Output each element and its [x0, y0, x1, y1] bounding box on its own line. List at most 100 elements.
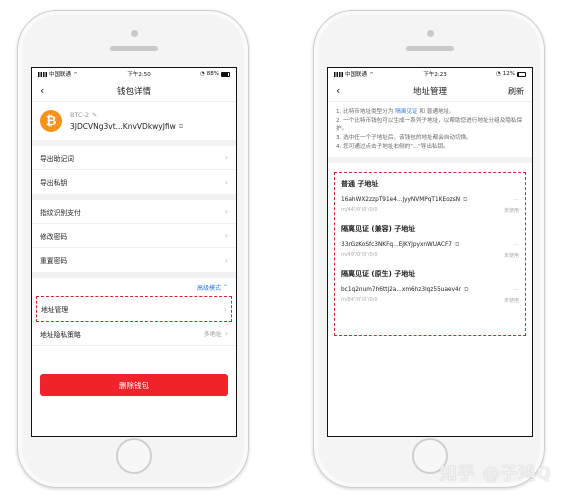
carrier: 中国联通 [49, 72, 72, 78]
usage-status: 未使用 [503, 208, 519, 214]
address-privacy-row[interactable]: 地址隐私策略 多地址 › [32, 322, 236, 346]
segwit-link[interactable]: 隔离见证 [395, 109, 417, 115]
battery-icon [517, 71, 526, 77]
front-camera [427, 30, 434, 37]
battery-percent: 12% [502, 71, 515, 77]
note-text: 和 普通地址。 [419, 109, 455, 115]
sub-address-row[interactable]: 16ahWX2zzpT91e4...jyyNVMPqT1KEozsN ⧉ ···… [335, 193, 525, 218]
section-title: 隔离见证 (兼容) 子地址 [341, 225, 416, 233]
note-text: 4. 您可通过点击子地址右侧的"..."导出私钥。 [336, 143, 449, 150]
alarm-icon: ◔ [199, 71, 205, 77]
change-password-row[interactable]: 修改密码 › [32, 224, 236, 248]
menu-label: 地址管理 [41, 306, 69, 314]
alarm-icon: ◔ [495, 71, 501, 77]
address-manage-screen: 中国联通 ⌔ 下午2:23 ◔ 12% ‹ 地址管理 刷新 1. 比特币地址类型… [327, 67, 533, 437]
menu-label: 修改密码 [40, 232, 68, 241]
wifi-icon: ⌔ [73, 71, 79, 78]
chevron-right-icon: › [224, 177, 228, 187]
sub-address: bc1q2num7h6ttj2a...xm6hz3lqz55uaev4r [341, 287, 462, 293]
derivation-path: m/84'/0'/0'/0/0 [341, 297, 378, 303]
sub-address-highlight: 普通 子地址 16ahWX2zzpT91e4...jyyNVMPqT1KEozs… [334, 172, 526, 336]
status-time: 下午2:50 [127, 72, 151, 78]
sub-address-row[interactable]: 33rGzKoSfc3NKFq...EJKYJpyxnWUACF7 ⧉ ··· … [335, 238, 525, 263]
sub-address-section: 普通 子地址 16ahWX2zzpT91e4...jyyNVMPqT1KEozs… [335, 173, 525, 218]
export-group: 导出助记词 › 导出私钥 › [32, 146, 236, 200]
section-title: 隔离见证 (原生) 子地址 [341, 270, 416, 278]
address-manage-row[interactable]: 地址管理 › [37, 297, 231, 321]
right-phone-frame: 中国联通 ⌔ 下午2:23 ◔ 12% ‹ 地址管理 刷新 1. 比特币地址类型… [313, 10, 545, 488]
wifi-icon: ⌔ [369, 71, 375, 78]
watermark: 知乎 @子鸿Q [439, 464, 552, 484]
menu-label: 重置密码 [40, 257, 68, 265]
note-text: 3. 选中任一个子地址后，该钱包的地址都会自动切换。 [336, 134, 472, 141]
copy-icon[interactable]: ⧉ [455, 241, 459, 249]
note-text: 1. 比特币地址类型分为 [336, 109, 394, 115]
chevron-right-icon: › [224, 207, 228, 216]
status-time: 下午2:23 [423, 72, 447, 78]
delete-wallet-button[interactable]: 删除钱包 [40, 374, 228, 396]
menu-label: 指纹识别支付 [40, 208, 81, 217]
sub-address-section: 隔离见证 (兼容) 子地址 33rGzKoSfc3NKFq...EJKYJpyx… [335, 218, 525, 263]
page-title: 钱包详情 [116, 86, 151, 97]
more-options-icon[interactable]: ··· [513, 197, 519, 204]
carrier: 中国联通 [345, 72, 368, 78]
menu-label: 导出私钥 [40, 179, 68, 187]
sub-address: 33rGzKoSfc3NKFq...EJKYJpyxnWUACF7 [341, 242, 452, 248]
page-title: 地址管理 [412, 86, 447, 97]
chevron-right-icon: › [224, 231, 228, 240]
battery-icon [221, 71, 230, 77]
navbar: ‹ 钱包详情 [32, 80, 236, 102]
fingerprint-pay-row[interactable]: 指纹识别支付 › [32, 200, 236, 224]
chevron-up-icon: ⌃ [222, 283, 228, 291]
chevron-right-icon: › [224, 153, 228, 162]
left-phone-frame: 中国联通 ⌔ 下午2:50 ◔ 88% ‹ 钱包详情 ₿ BTC-2 ✎ 3JD… [17, 10, 249, 488]
more-options-icon[interactable]: ··· [513, 242, 519, 249]
signal-icon [334, 71, 343, 77]
copy-icon[interactable]: ⧉ [464, 286, 468, 294]
chevron-right-icon: › [224, 329, 228, 338]
section-title: 普通 子地址 [341, 180, 379, 188]
bitcoin-logo-icon: ₿ [40, 110, 62, 132]
back-arrow-icon[interactable]: ‹ [40, 84, 44, 97]
usage-status: 未使用 [503, 298, 519, 304]
edit-pencil-icon[interactable]: ✎ [92, 112, 97, 119]
wallet-header: ₿ BTC-2 ✎ 3JDCVNg3vt...KnvVDkwyJfiw ⧉ [32, 102, 236, 146]
sub-address: 16ahWX2zzpT91e4...jyyNVMPqT1KEozsN [341, 197, 461, 203]
export-private-key-row[interactable]: 导出私钥 › [32, 170, 236, 194]
advanced-mode-label: 高级模式 [196, 284, 221, 292]
privacy-value: 多地址 [203, 331, 222, 338]
copy-icon[interactable]: ⧉ [463, 196, 467, 204]
derivation-path: m/44'/0'/0'/0/0 [341, 207, 378, 213]
sub-address-row[interactable]: bc1q2num7h6ttj2a...xm6hz3lqz55uaev4r ⧉ ·… [335, 283, 525, 308]
more-options-icon[interactable]: ··· [513, 287, 519, 294]
refresh-button[interactable]: 刷新 [508, 86, 524, 97]
wallet-address: 3JDCVNg3vt...KnvVDkwyJfiw [70, 122, 176, 131]
copy-icon[interactable]: ⧉ [179, 123, 183, 131]
derivation-path: m/49'/0'/0'/0/0 [341, 252, 378, 258]
chevron-right-icon: › [223, 304, 227, 314]
usage-status: 未使用 [503, 253, 519, 259]
address-manage-highlight: 地址管理 › [36, 296, 232, 322]
battery-percent: 88% [206, 71, 219, 77]
security-group: 指纹识别支付 › 修改密码 › 重置密码 › [32, 200, 236, 278]
signal-icon [38, 71, 47, 77]
chevron-right-icon: › [224, 255, 228, 265]
status-bar: 中国联通 ⌔ 下午2:50 ◔ 88% [32, 68, 236, 80]
wallet-name: BTC-2 [70, 111, 90, 119]
menu-label: 地址隐私策略 [40, 330, 81, 339]
sub-address-section: 隔离见证 (原生) 子地址 bc1q2num7h6ttj2a...xm6hz3l… [335, 263, 525, 308]
advanced-mode-toggle[interactable]: 高级模式 ⌃ [32, 278, 236, 296]
home-button[interactable] [116, 438, 152, 474]
front-camera [131, 30, 138, 37]
menu-label: 导出助记词 [40, 154, 74, 163]
reset-password-row[interactable]: 重置密码 › [32, 248, 236, 272]
earpiece-speaker [110, 46, 158, 51]
address-type-notes: 1. 比特币地址类型分为 隔离见证 和 普通地址。 2. 一个比特币钱包可以生成… [328, 102, 532, 164]
wallet-detail-screen: 中国联通 ⌔ 下午2:50 ◔ 88% ‹ 钱包详情 ₿ BTC-2 ✎ 3JD… [31, 67, 237, 437]
navbar: ‹ 地址管理 刷新 [328, 80, 532, 102]
note-text: 2. 一个比特币钱包可以生成一系列子地址，以帮助您进行地址分组及隐私保护。 [336, 117, 523, 133]
export-mnemonic-row[interactable]: 导出助记词 › [32, 146, 236, 170]
earpiece-speaker [406, 46, 454, 51]
back-arrow-icon[interactable]: ‹ [336, 84, 340, 97]
status-bar: 中国联通 ⌔ 下午2:23 ◔ 12% [328, 68, 532, 80]
